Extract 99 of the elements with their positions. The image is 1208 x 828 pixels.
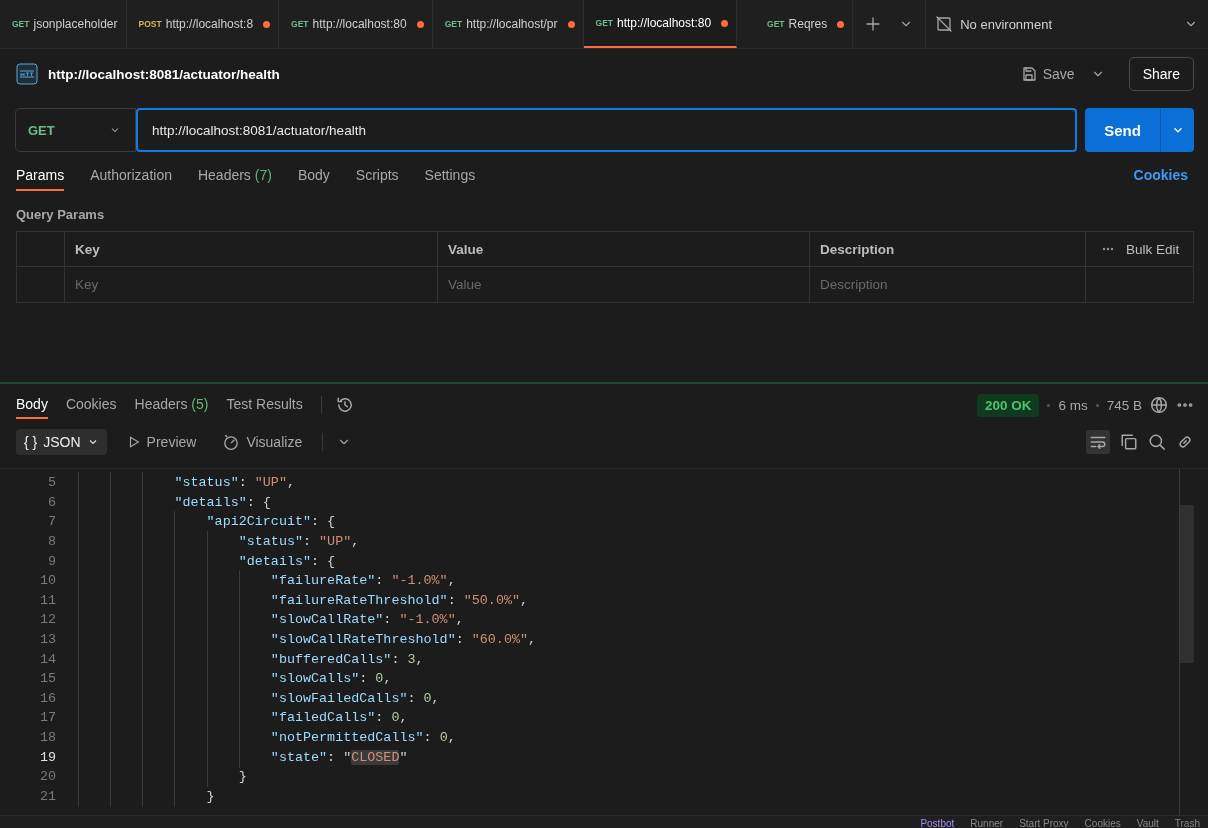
line-number: 16 bbox=[38, 690, 57, 706]
request-tab[interactable]: GET jsonplaceholder bbox=[0, 0, 127, 48]
line-number: 8 bbox=[46, 534, 57, 550]
response-time: 6 ms bbox=[1058, 397, 1088, 413]
save-icon[interactable] bbox=[1020, 66, 1037, 82]
format-select[interactable]: { } JSON bbox=[16, 429, 107, 455]
request-tab[interactable]: Headers (7) bbox=[197, 159, 272, 191]
tab-title: http://localhost:80 bbox=[617, 16, 712, 30]
request-tab[interactable]: GET http://localhost:80 bbox=[279, 0, 433, 48]
line-number: 6 bbox=[46, 494, 57, 510]
line-number: 20 bbox=[38, 769, 57, 785]
line-number: 7 bbox=[46, 514, 57, 530]
line-number: 9 bbox=[46, 553, 57, 569]
response-tab[interactable]: Body bbox=[16, 391, 48, 419]
tab-title: http://localhost:80 bbox=[312, 17, 407, 31]
cookies-link[interactable]: Cookies bbox=[1127, 166, 1194, 184]
more-icon bbox=[1102, 247, 1114, 251]
request-tab[interactable]: Authorization bbox=[90, 159, 172, 191]
status-badge: 200 OK bbox=[976, 393, 1040, 417]
method-label: GET bbox=[291, 19, 309, 29]
url-field[interactable]: http://localhost:8081/actuator/health bbox=[136, 108, 1077, 152]
column-header: Value bbox=[438, 232, 810, 267]
line-number: 17 bbox=[38, 710, 57, 726]
request-tab[interactable]: GET http://localhost/pr bbox=[432, 0, 584, 48]
code-line: "details": { bbox=[78, 494, 271, 510]
save-button[interactable]: Save bbox=[1014, 65, 1081, 83]
line-number: 12 bbox=[38, 612, 57, 628]
share-button[interactable]: Share bbox=[1128, 57, 1194, 91]
request-tab[interactable]: GET Reqres bbox=[737, 0, 854, 48]
code-line: "status": "UP", bbox=[78, 534, 360, 550]
response-tab[interactable]: Test Results bbox=[226, 391, 303, 419]
code-line: "state": "CLOSED" bbox=[78, 749, 408, 765]
preview-button[interactable]: Preview bbox=[120, 433, 203, 451]
search-icon[interactable] bbox=[1148, 433, 1166, 451]
code-line: "status": "UP", bbox=[78, 475, 295, 491]
method-label: GET bbox=[12, 19, 30, 29]
method-label: GET bbox=[595, 18, 613, 28]
status-bar-item[interactable]: Runner bbox=[970, 817, 1004, 828]
history-icon[interactable] bbox=[335, 396, 354, 414]
tab-title: http://localhost/pr bbox=[466, 17, 558, 31]
status-bar-item[interactable]: Cookies bbox=[1084, 817, 1121, 828]
request-tab[interactable]: Params bbox=[16, 159, 65, 191]
http-icon bbox=[16, 63, 38, 85]
response-tab[interactable]: Headers (5) bbox=[134, 391, 209, 419]
status-bar-item[interactable]: Vault bbox=[1136, 817, 1159, 828]
tab-title: jsonplaceholder bbox=[33, 17, 118, 31]
code-line: "notPermittedCalls": 0, bbox=[78, 730, 456, 745]
code-line: "failureRateThreshold": "50.0%", bbox=[78, 592, 529, 608]
bulk-edit-button[interactable]: Bulk Edit bbox=[1096, 240, 1186, 258]
code-line: } bbox=[78, 769, 247, 785]
code-line: "api2Circuit": { bbox=[78, 514, 336, 530]
code-line: "details": { bbox=[78, 553, 336, 569]
method-select[interactable]: GET bbox=[15, 108, 136, 152]
code-line: "bufferedCalls": 3, bbox=[78, 651, 424, 667]
code-line: } bbox=[78, 788, 215, 804]
copy-icon[interactable] bbox=[1120, 433, 1138, 451]
link-icon[interactable] bbox=[1176, 433, 1194, 451]
request-tab[interactable]: Settings bbox=[424, 159, 476, 191]
request-tab[interactable]: Scripts bbox=[355, 159, 399, 191]
method-label: GET bbox=[444, 19, 463, 29]
request-tab[interactable]: GET http://localhost:80 bbox=[583, 0, 738, 48]
visualize-button[interactable]: Visualize bbox=[216, 432, 309, 452]
response-size: 745 B bbox=[1106, 397, 1142, 413]
line-number: 5 bbox=[46, 475, 57, 491]
gauge-icon bbox=[222, 433, 241, 451]
response-tab[interactable]: Cookies bbox=[65, 391, 117, 419]
line-number: 13 bbox=[38, 632, 57, 648]
request-title: http://localhost:8081/actuator/health bbox=[48, 66, 281, 82]
status-bar-item[interactable]: Start Proxy bbox=[1019, 817, 1069, 828]
request-tab[interactable]: Body bbox=[297, 159, 330, 191]
line-number: 10 bbox=[38, 573, 57, 589]
environment-select[interactable]: No environment bbox=[960, 16, 1052, 32]
plus-icon[interactable] bbox=[865, 16, 882, 32]
tab-title: http://localhost:8 bbox=[165, 17, 254, 31]
line-number: 19 bbox=[38, 749, 57, 765]
request-tab[interactable]: POST http://localhost:8 bbox=[126, 0, 280, 48]
column-header: Key bbox=[65, 232, 438, 267]
code-line: "slowFailedCalls": 0, bbox=[78, 690, 440, 706]
line-number: 18 bbox=[38, 730, 57, 745]
send-button[interactable]: Send bbox=[1085, 108, 1160, 152]
method-label: GET bbox=[767, 19, 785, 29]
globe-icon[interactable] bbox=[1150, 396, 1168, 414]
code-line: "failureRate": "-1.0%", bbox=[78, 573, 456, 589]
no-environment-icon[interactable] bbox=[936, 16, 953, 32]
line-number: 11 bbox=[38, 592, 57, 608]
code-line: "slowCallRateThreshold": "60.0%", bbox=[78, 632, 537, 648]
code-line: "failedCalls": 0, bbox=[78, 710, 408, 726]
column-header: Description bbox=[810, 232, 1086, 267]
line-number: 15 bbox=[38, 671, 57, 687]
status-bar-item[interactable]: Postbot bbox=[920, 817, 955, 828]
method-label: POST bbox=[138, 19, 162, 29]
code-line: "slowCallRate": "-1.0%", bbox=[78, 612, 464, 628]
line-number: 14 bbox=[38, 651, 57, 667]
code-line: "slowCalls": 0, bbox=[78, 671, 392, 687]
tab-title: Reqres bbox=[788, 17, 828, 31]
line-number: 21 bbox=[38, 788, 57, 804]
status-bar-item[interactable]: Trash bbox=[1174, 817, 1200, 828]
scrollbar-thumb[interactable] bbox=[1180, 505, 1194, 663]
section-title: Query Params bbox=[15, 206, 106, 224]
